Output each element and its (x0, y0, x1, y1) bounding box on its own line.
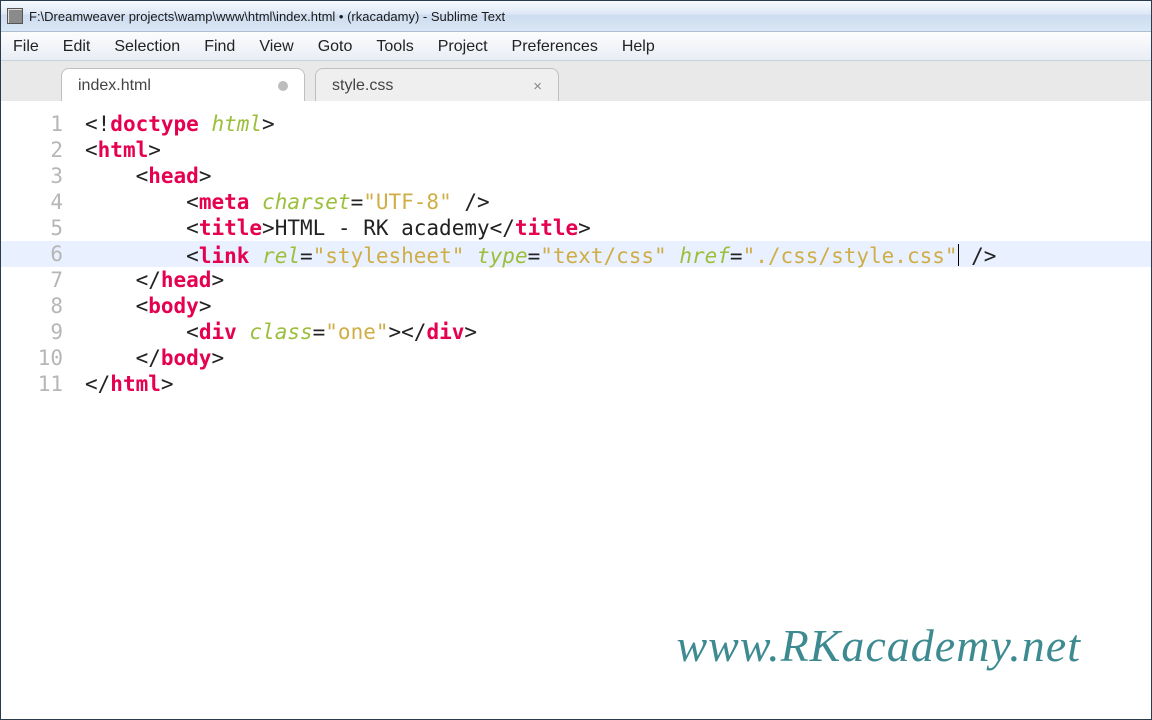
tab-label: index.html (78, 77, 151, 95)
watermark-text: www.RKacademy.net (676, 633, 1081, 659)
line-number: 11 (1, 371, 63, 397)
code-line[interactable]: <meta charset="UTF-8" /> (85, 189, 1151, 215)
menu-file[interactable]: File (1, 32, 51, 60)
menubar: FileEditSelectionFindViewGotoToolsProjec… (1, 32, 1151, 61)
code-line[interactable]: <!doctype html> (85, 111, 1151, 137)
code-line[interactable]: <head> (85, 163, 1151, 189)
close-icon[interactable]: × (533, 78, 542, 95)
line-number: 2 (1, 137, 63, 163)
menu-selection[interactable]: Selection (102, 32, 192, 60)
line-number: 1 (1, 111, 63, 137)
menu-view[interactable]: View (247, 32, 305, 60)
menu-goto[interactable]: Goto (306, 32, 365, 60)
line-number: 6 (1, 241, 77, 267)
dirty-indicator-icon[interactable] (278, 81, 288, 91)
line-number: 4 (1, 189, 63, 215)
tab-style-css[interactable]: style.css × (315, 68, 559, 103)
menu-project[interactable]: Project (426, 32, 500, 60)
menu-edit[interactable]: Edit (51, 32, 103, 60)
code-line[interactable]: </html> (85, 371, 1151, 397)
line-number: 9 (1, 319, 63, 345)
line-number: 10 (1, 345, 63, 371)
editor[interactable]: 1234567891011 <!doctype html><html> <hea… (1, 101, 1151, 719)
code-line[interactable]: <title>HTML - RK academy</title> (85, 215, 1151, 241)
text-caret (958, 244, 959, 266)
line-number: 3 (1, 163, 63, 189)
tab-label: style.css (332, 77, 393, 95)
tab-strip: index.html style.css × (1, 61, 1151, 104)
window-title: F:\Dreamweaver projects\wamp\www\html\in… (29, 9, 505, 24)
code-line[interactable]: <div class="one"></div> (85, 319, 1151, 345)
menu-find[interactable]: Find (192, 32, 247, 60)
app-window: F:\Dreamweaver projects\wamp\www\html\in… (0, 0, 1152, 720)
line-number: 7 (1, 267, 63, 293)
code-line[interactable]: <link rel="stylesheet" type="text/css" h… (77, 241, 1151, 267)
menu-preferences[interactable]: Preferences (500, 32, 610, 60)
line-number-gutter: 1234567891011 (1, 101, 77, 719)
menu-tools[interactable]: Tools (364, 32, 425, 60)
code-line[interactable]: </head> (85, 267, 1151, 293)
code-line[interactable]: <body> (85, 293, 1151, 319)
code-line[interactable]: <html> (85, 137, 1151, 163)
code-line[interactable]: </body> (85, 345, 1151, 371)
tab-index-html[interactable]: index.html (61, 68, 305, 103)
titlebar: F:\Dreamweaver projects\wamp\www\html\in… (1, 1, 1151, 32)
menu-help[interactable]: Help (610, 32, 667, 60)
line-number: 8 (1, 293, 63, 319)
app-icon (7, 8, 23, 24)
line-number: 5 (1, 215, 63, 241)
